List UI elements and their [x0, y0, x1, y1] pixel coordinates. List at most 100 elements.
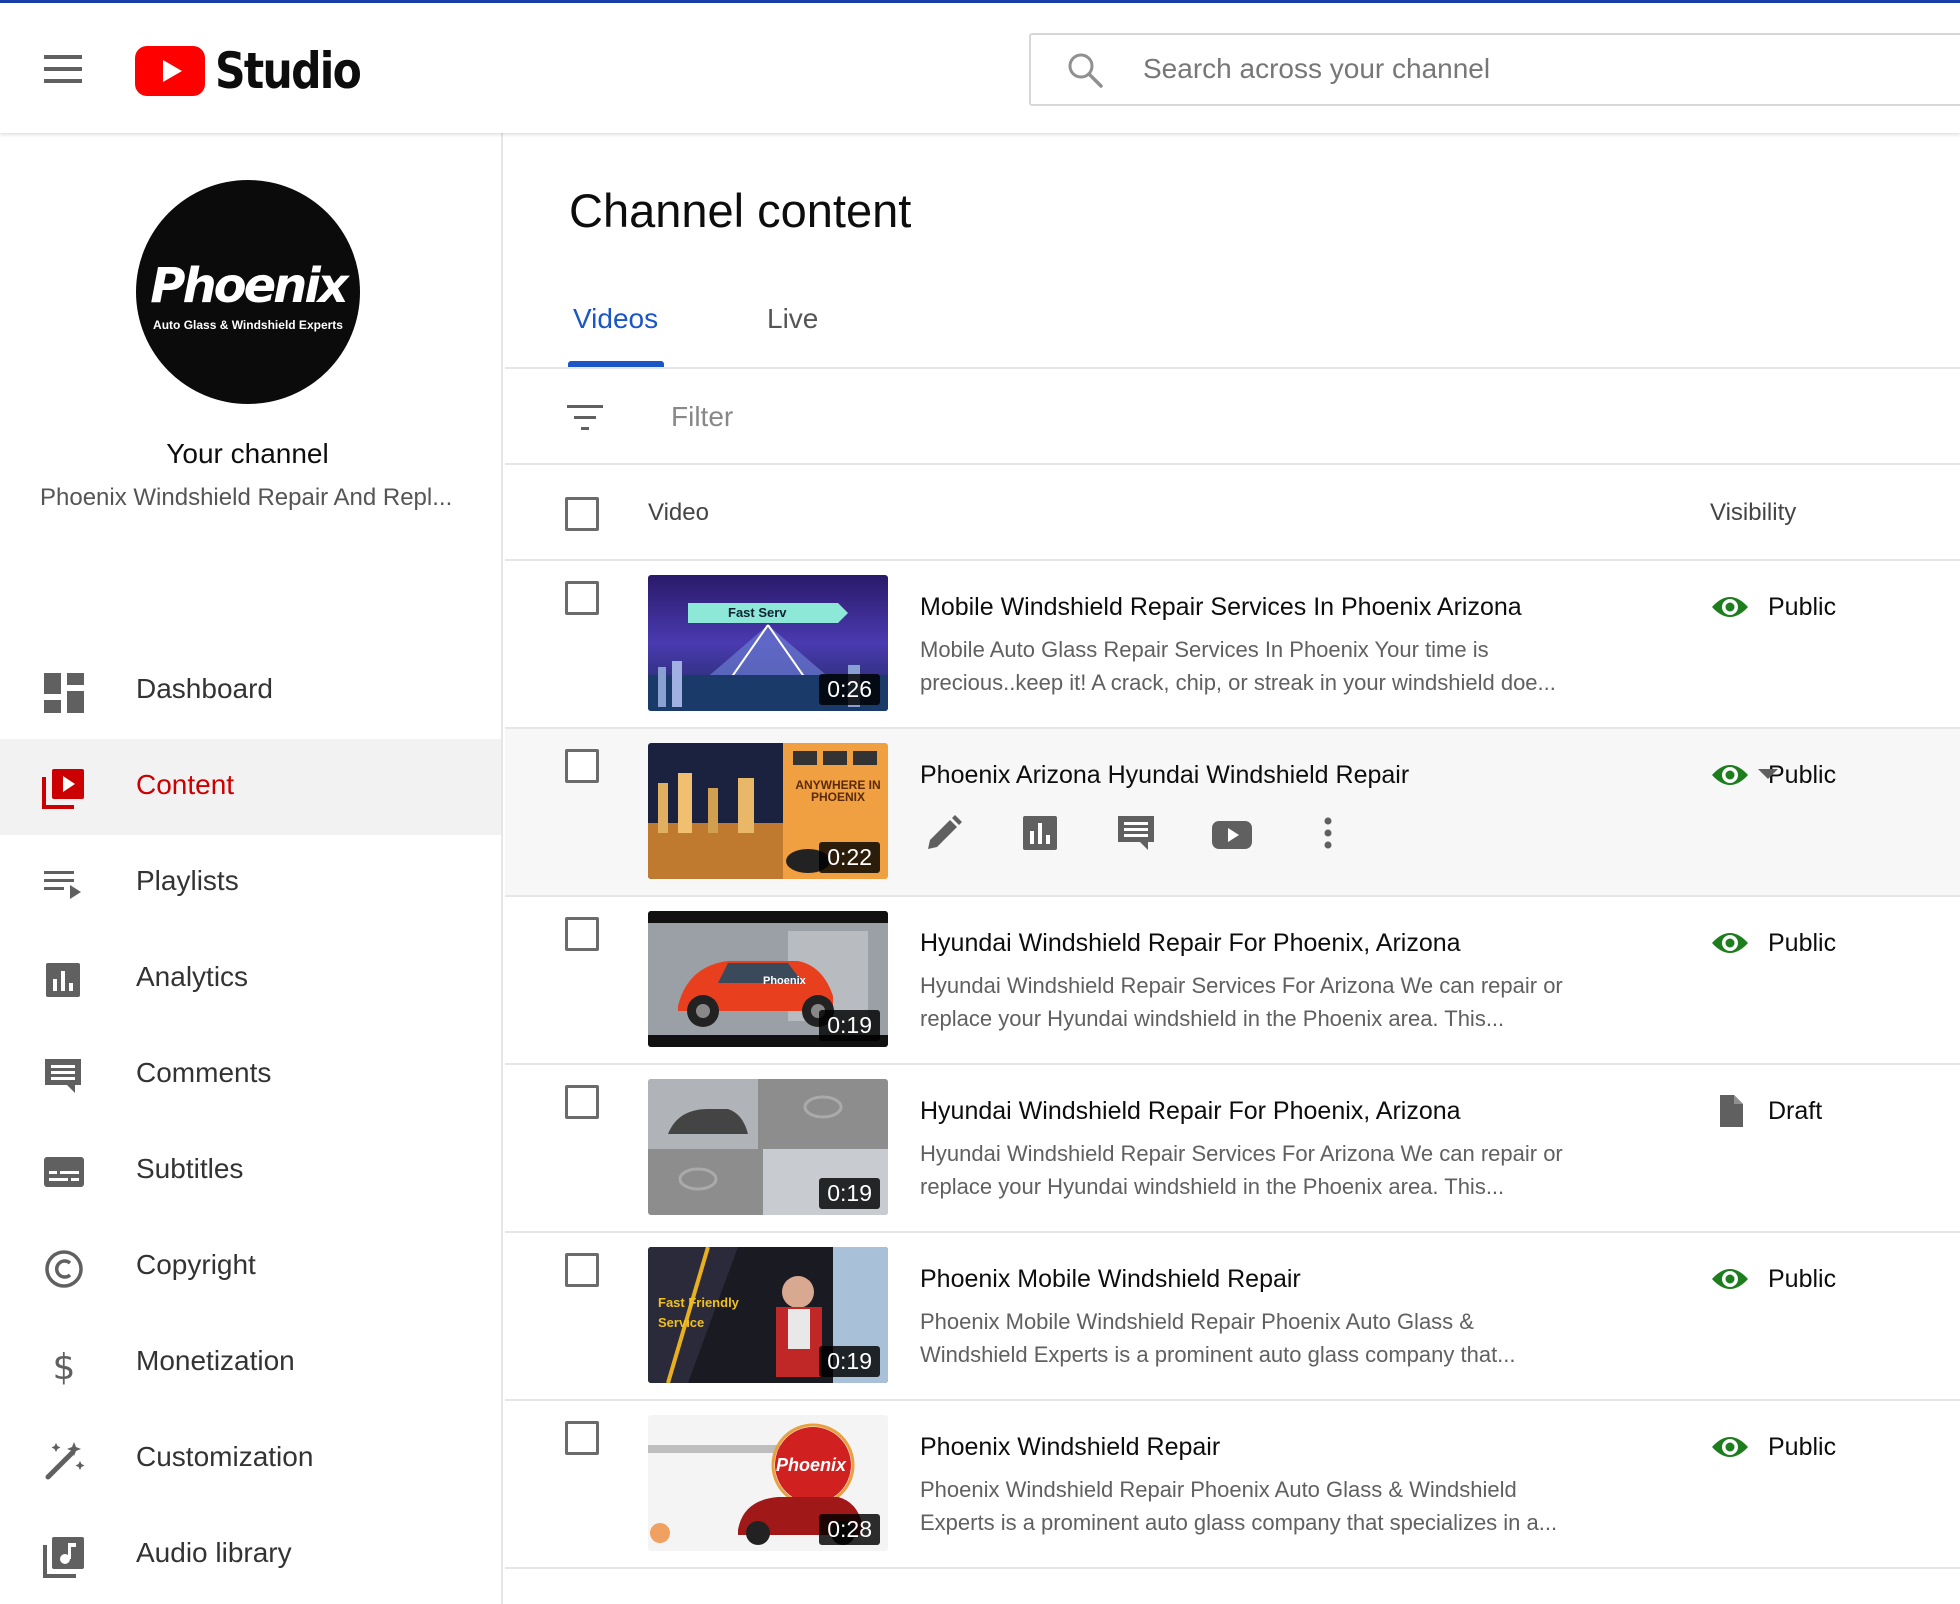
analytics-icon — [46, 963, 80, 997]
row-checkbox[interactable] — [565, 1253, 599, 1287]
sidebar-item-audio-library[interactable]: Audio library — [0, 1507, 501, 1603]
visibility-label: Public — [1768, 593, 1837, 621]
video-description: Hyundai Windshield Repair Services For A… — [920, 969, 1660, 1035]
subtitles-icon — [44, 1157, 84, 1187]
tab-videos[interactable]: Videos — [573, 303, 658, 335]
visibility-status[interactable]: Public — [1710, 591, 1836, 623]
column-header-video[interactable]: Video — [648, 499, 709, 527]
table-row[interactable]: 0:19 Hyundai Windshield Repair For Phoen… — [505, 1065, 1960, 1233]
table-row[interactable]: Phoenix 0:19 Hyundai Windshield Repair F… — [505, 897, 1960, 1065]
video-duration: 0:22 — [819, 842, 880, 873]
comments-icon — [1118, 816, 1154, 850]
thumbnail-caption: Fast Serv — [728, 605, 787, 620]
filter-input[interactable] — [671, 395, 1271, 439]
sidebar-item-subtitles[interactable]: Subtitles — [0, 1123, 501, 1219]
select-all-checkbox[interactable] — [565, 497, 599, 531]
avatar-tagline: Auto Glass & Windshield Experts — [153, 318, 343, 332]
filter-icon[interactable] — [565, 401, 605, 435]
row-checkbox[interactable] — [565, 749, 599, 783]
more-options-button[interactable] — [1304, 809, 1352, 857]
visibility-label: Public — [1768, 929, 1837, 957]
video-duration: 0:19 — [819, 1178, 880, 1209]
video-thumbnail[interactable]: ANYWHERE IN PHOENIX 0:22 — [648, 743, 888, 879]
avatar-brand: Phoenix — [150, 258, 348, 314]
eye-icon — [1712, 765, 1748, 785]
video-title[interactable]: Hyundai Windshield Repair For Phoenix, A… — [920, 1097, 1461, 1126]
sidebar-item-content[interactable]: Content — [0, 739, 501, 835]
sidebar-item-customization[interactable]: Customization — [0, 1411, 501, 1507]
video-title[interactable]: Phoenix Windshield Repair — [920, 1433, 1220, 1462]
sidebar-item-label: Analytics — [136, 961, 249, 992]
hamburger-menu-icon[interactable] — [44, 55, 84, 83]
thumbnail-caption: ANYWHERE IN PHOENIX — [795, 778, 881, 804]
svg-text:$: $ — [53, 1347, 76, 1387]
eye-icon — [1712, 933, 1748, 953]
sidebar-item-label: Content — [136, 769, 235, 800]
video-thumbnail[interactable]: Fast Serv 0:26 — [648, 575, 888, 711]
sidebar-item-dashboard[interactable]: Dashboard — [0, 643, 501, 739]
table-row[interactable]: Fast Friendly Service 0:19 Phoenix Mobil… — [505, 1233, 1960, 1401]
video-title[interactable]: Mobile Windshield Repair Services In Pho… — [920, 593, 1522, 622]
video-title[interactable]: Hyundai Windshield Repair For Phoenix, A… — [920, 929, 1461, 958]
visibility-status[interactable]: Public — [1710, 927, 1836, 959]
visibility-status[interactable]: Public — [1710, 1431, 1836, 1463]
studio-logo[interactable]: Studio — [135, 41, 386, 101]
search-input[interactable] — [1143, 49, 1843, 89]
sidebar-item-monetization[interactable]: $ Monetization — [0, 1315, 501, 1411]
video-duration: 0:26 — [819, 674, 880, 705]
visibility-status[interactable]: Draft — [1710, 1095, 1822, 1127]
view-on-youtube-button[interactable] — [1208, 809, 1256, 857]
comments-button[interactable] — [1112, 809, 1160, 857]
edit-button[interactable] — [920, 809, 968, 857]
video-thumbnail[interactable]: Phoenix 0:28 — [648, 1415, 888, 1551]
eye-icon — [1712, 1437, 1748, 1457]
pencil-icon — [928, 815, 962, 849]
column-header-visibility[interactable]: Visibility — [1710, 499, 1796, 527]
description-line: Windshield Experts is a prominent auto g… — [920, 1342, 1516, 1367]
playlists-icon — [44, 871, 81, 899]
video-duration: 0:19 — [819, 1010, 880, 1041]
sidebar-item-playlists[interactable]: Playlists — [0, 835, 501, 931]
video-duration: 0:19 — [819, 1346, 880, 1377]
tab-live[interactable]: Live — [767, 303, 818, 335]
description-line: Phoenix Mobile Windshield Repair Phoenix… — [920, 1309, 1474, 1334]
sidebar-item-comments[interactable]: Comments — [0, 1027, 501, 1123]
visibility-label: Public — [1768, 1265, 1837, 1293]
analytics-icon — [1023, 816, 1057, 850]
thumbnail-caption: Phoenix — [763, 975, 806, 987]
sidebar-item-label: Playlists — [136, 865, 239, 896]
monetization-icon: $ — [53, 1347, 76, 1387]
sidebar-nav: Dashboard Content Playlists Analytics Co… — [0, 643, 501, 1603]
visibility-label: Draft — [1768, 1097, 1823, 1125]
table-row[interactable]: Fast Serv 0:26 Mobile Windshield Repair … — [505, 561, 1960, 729]
row-checkbox[interactable] — [565, 1085, 599, 1119]
video-thumbnail[interactable]: Phoenix 0:19 — [648, 911, 888, 1047]
active-tab-indicator — [568, 361, 664, 367]
description-line: Experts is a prominent auto glass compan… — [920, 1510, 1558, 1535]
description-line: Phoenix Windshield Repair Phoenix Auto G… — [920, 1477, 1517, 1502]
sidebar-item-label: Subtitles — [136, 1153, 244, 1184]
description-line: Hyundai Windshield Repair Services For A… — [920, 973, 1563, 998]
analytics-button[interactable] — [1016, 809, 1064, 857]
sidebar-item-analytics[interactable]: Analytics — [0, 931, 501, 1027]
sidebar-item-copyright[interactable]: Copyright — [0, 1219, 501, 1315]
video-title[interactable]: Phoenix Arizona Hyundai Windshield Repai… — [920, 761, 1409, 790]
visibility-status[interactable]: Public — [1710, 1263, 1836, 1295]
visibility-label: Public — [1768, 1433, 1837, 1461]
row-checkbox[interactable] — [565, 581, 599, 615]
video-thumbnail[interactable]: 0:19 — [648, 1079, 888, 1215]
table-row[interactable]: Phoenix 0:28 Phoenix Windshield Repair P… — [505, 1401, 1960, 1569]
description-line: replace your Hyundai windshield in the P… — [920, 1006, 1505, 1031]
table-row[interactable]: ANYWHERE IN PHOENIX 0:22 Phoenix Arizona… — [505, 729, 1960, 897]
video-title[interactable]: Phoenix Mobile Windshield Repair — [920, 1265, 1301, 1294]
visibility-status[interactable]: Public — [1710, 759, 1836, 791]
header: Studio — [0, 3, 1960, 133]
video-description: Hyundai Windshield Repair Services For A… — [920, 1137, 1660, 1203]
main-content: Channel content Videos Live Video Visibi… — [505, 133, 1960, 1604]
channel-avatar[interactable]: Phoenix Auto Glass & Windshield Experts — [136, 180, 360, 404]
video-thumbnail[interactable]: Fast Friendly Service 0:19 — [648, 1247, 888, 1383]
row-checkbox[interactable] — [565, 917, 599, 951]
row-checkbox[interactable] — [565, 1421, 599, 1455]
visibility-dropdown-icon[interactable] — [1758, 769, 1778, 781]
search-box[interactable] — [1029, 33, 1960, 106]
